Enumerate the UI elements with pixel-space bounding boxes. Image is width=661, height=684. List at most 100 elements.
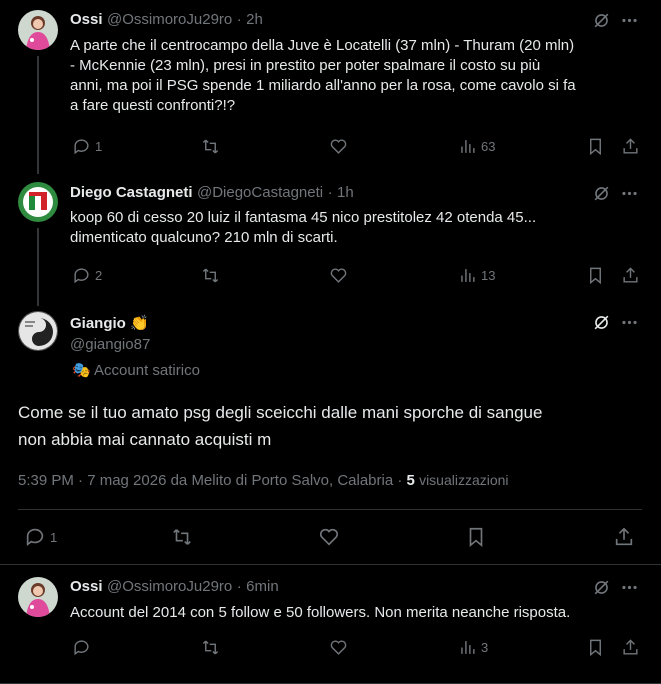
tweet-time[interactable]: 6min [246, 578, 279, 595]
main-tweet-text: Come se il tuo amato psg degli sceicchi … [18, 399, 648, 453]
views-icon [461, 269, 475, 282]
separator: · [236, 578, 242, 595]
avatar[interactable] [18, 10, 58, 50]
retweet-button[interactable] [201, 137, 220, 156]
views-count: 5 [406, 472, 415, 489]
share-button[interactable] [621, 638, 640, 657]
tweet-time[interactable]: 1h [337, 184, 354, 201]
avatar[interactable] [18, 182, 58, 222]
author-name[interactable]: Ossi [70, 11, 103, 28]
views-icon [461, 641, 475, 654]
tweet-header: Ossi @OssimoroJu29ro · 2h [70, 11, 263, 29]
divider [18, 509, 642, 510]
views-label: visualizzazioni [419, 472, 509, 488]
grok-icon[interactable] [592, 578, 611, 602]
timestamp[interactable]: 5:39 PM · 7 mag 2026 da Melito di Porto … [18, 472, 402, 489]
author-name[interactable]: Diego Castagneti [70, 184, 193, 201]
separator: · [236, 11, 242, 28]
heart-icon [319, 528, 339, 546]
author-handle[interactable]: @giangio87 [70, 336, 150, 353]
text-line: non abbia mai cannato acquisti m [18, 430, 272, 449]
avatar[interactable] [18, 577, 58, 617]
author-name[interactable]: Giangio [70, 315, 126, 332]
reply-icon [74, 139, 89, 155]
views-count: 3 [481, 640, 489, 655]
more-icon[interactable] [620, 184, 639, 208]
more-icon[interactable] [620, 313, 639, 337]
grok-icon[interactable] [592, 11, 611, 35]
heart-icon [330, 640, 347, 655]
bookmark-button[interactable] [586, 638, 605, 657]
text-line: a fare questi confronti?!? [70, 97, 236, 114]
text-line: A parte che il centrocampo della Juve è … [70, 37, 575, 54]
heart-icon [330, 139, 347, 154]
account-label[interactable]: 🎭 Account satirico [72, 361, 200, 379]
views-icon [461, 140, 475, 153]
grok-icon[interactable] [592, 184, 611, 208]
reply-button[interactable]: 2 [72, 266, 102, 285]
retweet-button[interactable] [171, 526, 193, 548]
text-line: Come se il tuo amato psg degli sceicchi … [18, 403, 543, 422]
share-button[interactable] [621, 137, 640, 156]
reply-count: 1 [50, 529, 58, 545]
reply-count: 1 [95, 139, 103, 154]
tweet-time[interactable]: 2h [246, 11, 263, 28]
share-button[interactable] [621, 266, 640, 285]
retweet-icon [202, 268, 219, 283]
text-line: - McKennie (23 mln), presi in prestito p… [70, 57, 541, 74]
tweet-text: A parte che il centrocampo della Juve è … [70, 36, 650, 116]
views-count: 63 [481, 139, 496, 154]
like-button[interactable] [329, 137, 348, 156]
reply-button[interactable]: 1 [72, 137, 102, 156]
thread-line [37, 228, 39, 306]
like-button[interactable] [329, 266, 348, 285]
clap-emoji: 👏 [130, 315, 149, 332]
reply-icon [74, 640, 89, 656]
divider [0, 564, 661, 565]
bookmark-icon [469, 527, 483, 548]
retweet-button[interactable] [201, 266, 220, 285]
share-icon [623, 138, 638, 154]
views-button[interactable]: 3 [458, 638, 488, 657]
bookmark-button[interactable] [465, 526, 487, 548]
tweet-metadata: 5:39 PM · 7 mag 2026 da Melito di Porto … [18, 472, 509, 489]
account-label-text: Account satirico [94, 362, 200, 379]
bookmark-icon [590, 138, 601, 156]
author-handle[interactable]: @OssimoroJu29ro [107, 11, 232, 28]
separator: · [327, 184, 333, 201]
more-icon[interactable] [620, 578, 639, 602]
views-button[interactable]: 13 [458, 266, 495, 285]
share-icon [623, 267, 638, 283]
author-name-row: Giangio 👏 [70, 314, 149, 333]
author-handle[interactable]: @OssimoroJu29ro [107, 578, 232, 595]
bookmark-icon [590, 639, 601, 657]
tweet-text: koop 60 di cesso 20 luiz il fantasma 45 … [70, 208, 650, 248]
thread-line [37, 56, 39, 174]
text-line: anni, ma poi il PSG spende 1 miliardo al… [70, 77, 576, 94]
retweet-button[interactable] [201, 638, 220, 657]
like-button[interactable] [318, 526, 340, 548]
retweet-icon [202, 640, 219, 655]
author-name[interactable]: Ossi [70, 578, 103, 595]
reply-icon [74, 268, 89, 284]
views-count: 13 [481, 268, 496, 283]
like-button[interactable] [329, 638, 348, 657]
share-icon [615, 527, 633, 546]
grok-icon[interactable] [592, 313, 611, 337]
bookmark-button[interactable] [586, 137, 605, 156]
bookmark-button[interactable] [586, 266, 605, 285]
reply-button[interactable] [72, 638, 91, 657]
reply-icon [26, 528, 44, 546]
tweet-text: Account del 2014 con 5 follow e 50 follo… [70, 604, 571, 621]
tweet-header: Diego Castagneti @DiegoCastagneti · 1h [70, 184, 354, 202]
avatar[interactable] [18, 311, 58, 351]
retweet-icon [202, 139, 219, 154]
more-icon[interactable] [620, 11, 639, 35]
share-button[interactable] [613, 526, 635, 548]
author-handle[interactable]: @DiegoCastagneti [197, 184, 323, 201]
share-icon [623, 639, 638, 655]
heart-icon [330, 268, 347, 283]
reply-button[interactable]: 1 [24, 526, 57, 548]
views-button[interactable]: 63 [458, 137, 495, 156]
reply-count: 2 [95, 268, 103, 283]
